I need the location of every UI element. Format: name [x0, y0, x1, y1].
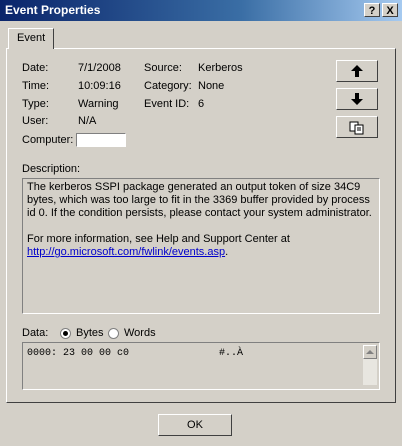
user-label: User:: [22, 115, 49, 127]
source-value: Kerberos: [198, 62, 243, 74]
bytes-label: Bytes: [76, 327, 104, 339]
help-link[interactable]: http://go.microsoft.com/fwlink/events.as…: [27, 246, 225, 258]
help-button[interactable]: ?: [364, 3, 380, 17]
data-box: 0000: 23 00 00 c0 #..À: [22, 342, 380, 390]
date-label: Date:: [22, 62, 49, 74]
scroll-up-button[interactable]: [363, 345, 377, 359]
computer-label: Computer:: [22, 134, 74, 146]
source-label: Source:: [144, 62, 182, 74]
words-radio[interactable]: [108, 328, 119, 339]
copy-icon: [349, 121, 364, 135]
data-hex-line: 0000: 23 00 00 c0 #..À: [27, 348, 244, 359]
description-label: Description:: [22, 163, 81, 175]
time-label: Time:: [22, 80, 50, 92]
date-value: 7/1/2008: [78, 62, 121, 74]
window-title: Event Properties: [5, 3, 101, 17]
user-value: N/A: [78, 115, 97, 127]
tab-event-label: Event: [17, 32, 46, 44]
help-link-suffix: .: [225, 246, 229, 258]
arrow-down-icon: [351, 93, 363, 105]
eventid-label: Event ID:: [144, 98, 190, 110]
category-label: Category:: [144, 80, 192, 92]
data-scrollbar[interactable]: [363, 345, 377, 385]
data-label: Data:: [22, 327, 49, 339]
tab-event[interactable]: Event: [8, 28, 54, 49]
scroll-up-icon: [366, 350, 374, 354]
ok-button[interactable]: OK: [158, 414, 232, 436]
arrow-up-icon: [351, 65, 363, 77]
next-event-button[interactable]: [336, 88, 378, 110]
radio-selected-dot: [63, 331, 68, 336]
description-text: The kerberos SSPI package generated an o…: [27, 181, 372, 219]
close-button[interactable]: X: [382, 3, 398, 17]
help-text: For more information, see Help and Suppo…: [27, 233, 290, 245]
eventid-value: 6: [198, 98, 205, 110]
copy-button[interactable]: [336, 116, 378, 138]
time-value: 10:09:16: [78, 80, 121, 92]
type-label: Type:: [22, 98, 49, 110]
category-value: None: [198, 80, 225, 92]
description-box: The kerberos SSPI package generated an o…: [22, 178, 380, 314]
computer-field: [76, 133, 126, 147]
type-value: Warning: [78, 98, 119, 110]
words-label: Words: [124, 327, 156, 339]
bytes-radio[interactable]: [60, 328, 71, 339]
previous-event-button[interactable]: [336, 60, 378, 82]
